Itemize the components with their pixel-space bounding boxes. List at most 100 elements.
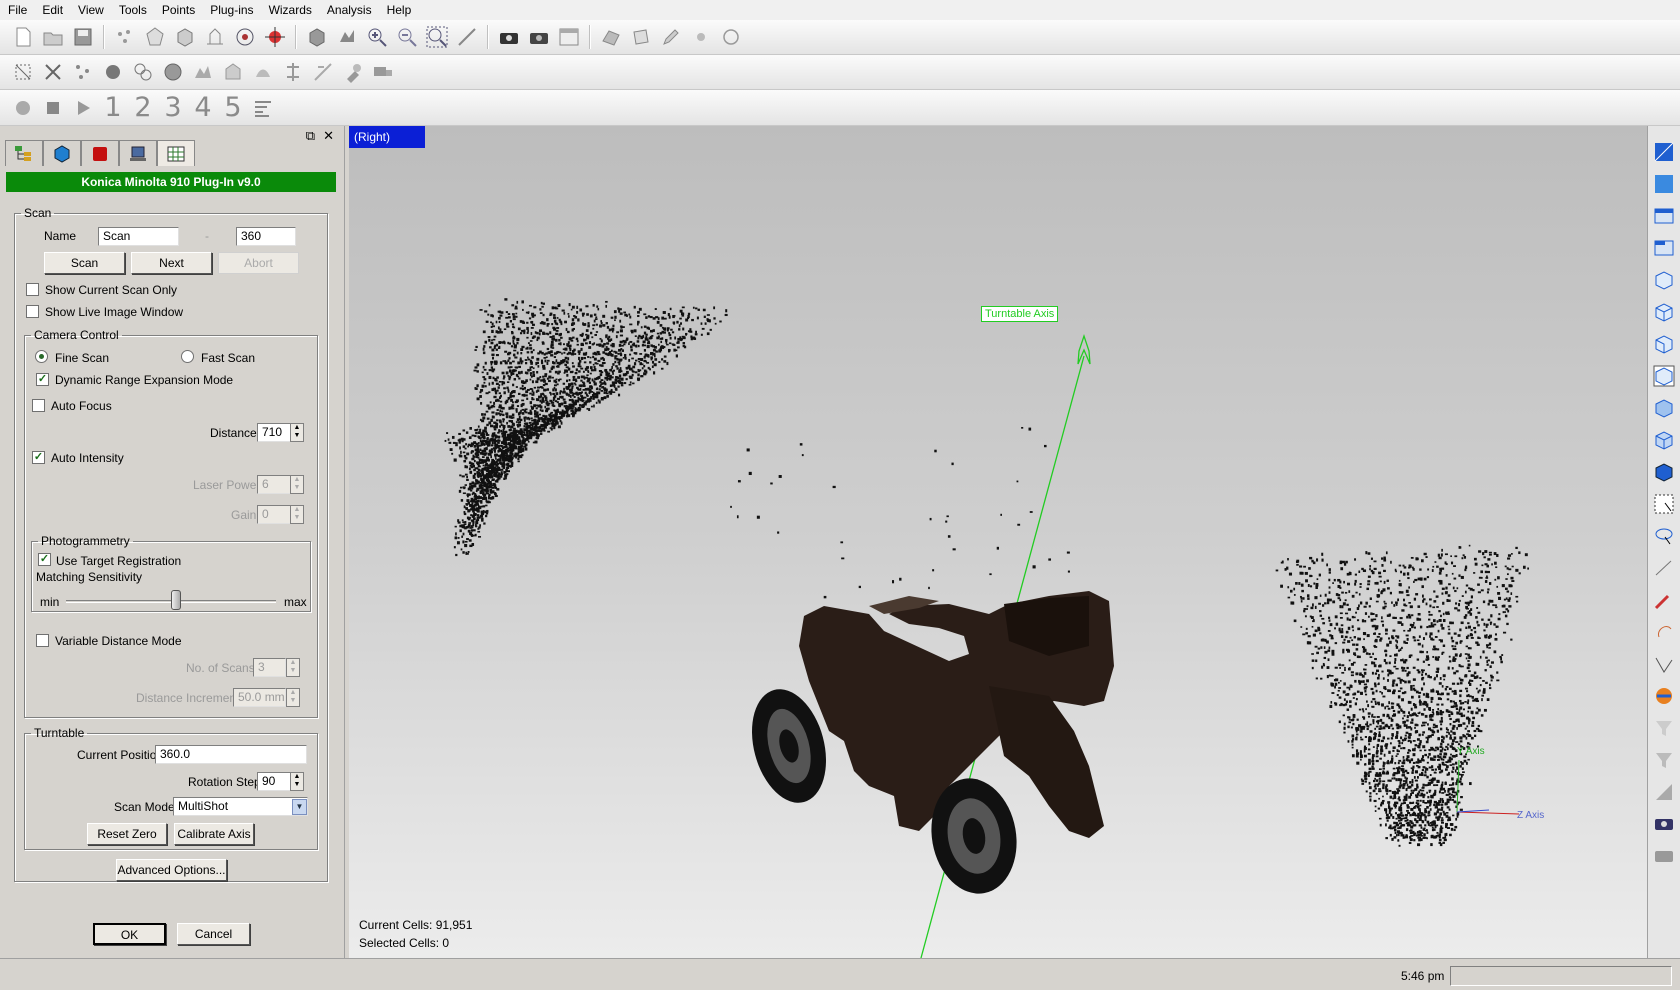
dot-icon[interactable] <box>688 24 714 50</box>
auto-intensity-checkbox[interactable]: ✓ <box>32 451 45 464</box>
window-icon[interactable] <box>556 24 582 50</box>
view-back-icon[interactable] <box>1650 298 1678 326</box>
menu-wizards[interactable]: Wizards <box>269 3 312 17</box>
num-scans-spinner[interactable]: ▲ ▼ <box>286 658 300 677</box>
next-button[interactable]: Next <box>131 252 212 274</box>
view-front-icon[interactable] <box>1650 266 1678 294</box>
distance-input[interactable]: 710 <box>257 423 291 442</box>
patch-icon[interactable] <box>628 24 654 50</box>
dynamic-range-checkbox[interactable]: ✓ <box>36 373 49 386</box>
laser-power-spinner[interactable]: ▲ ▼ <box>290 475 304 494</box>
filter-alt-icon[interactable] <box>1650 746 1678 774</box>
select-box-icon[interactable] <box>10 59 36 85</box>
filter-icon[interactable] <box>1650 714 1678 742</box>
record-icon[interactable] <box>10 95 36 121</box>
auto-focus-checkbox[interactable] <box>32 399 45 412</box>
scan-name-input[interactable]: Scan <box>98 227 179 246</box>
menu-analysis[interactable]: Analysis <box>327 3 372 17</box>
scan-index-input[interactable]: 360 <box>236 227 296 246</box>
zoom-out-icon[interactable] <box>394 24 420 50</box>
fast-scan-radio[interactable] <box>181 350 194 363</box>
tab-scanner[interactable] <box>119 140 157 166</box>
sensitivity-slider[interactable] <box>171 590 181 610</box>
window-split-icon[interactable] <box>1650 234 1678 262</box>
menu-edit[interactable]: Edit <box>42 3 63 17</box>
align-icon[interactable] <box>280 59 306 85</box>
noise-icon[interactable] <box>100 59 126 85</box>
current-position-input[interactable]: 360.0 <box>155 745 307 764</box>
advanced-options-button[interactable]: Advanced Options... <box>116 859 227 881</box>
crosshair-icon[interactable] <box>262 24 288 50</box>
macro-5-button[interactable]: 5 <box>218 92 248 123</box>
new-file-icon[interactable] <box>10 24 36 50</box>
camera-icon[interactable] <box>496 24 522 50</box>
camera-settings-icon[interactable] <box>526 24 552 50</box>
use-target-checkbox[interactable]: ✓ <box>38 553 51 566</box>
wrap-icon[interactable] <box>220 59 246 85</box>
delete-icon[interactable] <box>40 59 66 85</box>
target-icon[interactable] <box>232 24 258 50</box>
register-icon[interactable] <box>130 59 156 85</box>
chevron-down-icon[interactable]: ▼ <box>292 799 307 815</box>
menu-help[interactable]: Help <box>387 3 412 17</box>
view-top-icon[interactable] <box>1650 394 1678 422</box>
polygon-icon[interactable] <box>142 24 168 50</box>
show-current-checkbox[interactable] <box>26 283 39 296</box>
calibrate-axis-button[interactable]: Calibrate Axis <box>174 823 254 845</box>
shaded-cube-icon[interactable] <box>304 24 330 50</box>
surface-icon[interactable] <box>598 24 624 50</box>
macro-3-button[interactable]: 3 <box>158 92 188 123</box>
laser-power-input[interactable]: 6 <box>257 475 291 494</box>
save-icon[interactable] <box>70 24 96 50</box>
show-live-checkbox[interactable] <box>26 305 39 318</box>
tool-icon[interactable] <box>340 59 366 85</box>
tab-plugin[interactable] <box>81 140 119 166</box>
circle-icon[interactable] <box>718 24 744 50</box>
polyline-select-icon[interactable] <box>1650 650 1678 678</box>
render-icon[interactable] <box>334 24 360 50</box>
gain-input[interactable]: 0 <box>257 505 291 524</box>
distance-increment-spinner[interactable]: ▲ ▼ <box>286 688 300 707</box>
points-icon[interactable] <box>112 24 138 50</box>
macro-list-icon[interactable] <box>250 95 276 121</box>
zoom-fit-icon[interactable] <box>424 24 450 50</box>
rectangle-select-icon[interactable] <box>1650 490 1678 518</box>
menu-file[interactable]: File <box>8 3 27 17</box>
stop-icon[interactable] <box>40 95 66 121</box>
sample-points-icon[interactable] <box>70 59 96 85</box>
num-scans-input[interactable]: 3 <box>253 658 286 677</box>
reset-zero-button[interactable]: Reset Zero <box>87 823 167 845</box>
window-layout-icon[interactable] <box>1650 202 1678 230</box>
rotation-step-input[interactable]: 90 <box>257 772 291 791</box>
view-left-icon[interactable] <box>1650 330 1678 358</box>
menu-points[interactable]: Points <box>162 3 195 17</box>
zoom-in-icon[interactable] <box>364 24 390 50</box>
scan-button[interactable]: Scan <box>44 252 125 274</box>
view-iso-icon[interactable] <box>1650 458 1678 486</box>
truck-icon[interactable] <box>370 59 396 85</box>
view-background-icon[interactable] <box>1650 170 1678 198</box>
view-bottom-icon[interactable] <box>1650 426 1678 454</box>
play-icon[interactable] <box>70 95 96 121</box>
lasso-select-icon[interactable] <box>1650 522 1678 550</box>
merge-icon[interactable] <box>190 59 216 85</box>
mesh-icon[interactable] <box>202 24 228 50</box>
tab-model-manager[interactable] <box>5 140 43 166</box>
surface-shade-icon[interactable] <box>1650 778 1678 806</box>
scanner-camera-icon[interactable] <box>1650 810 1678 838</box>
distance-increment-input[interactable]: 50.0 mm <box>233 688 286 707</box>
distance-spinner[interactable]: ▲ ▼ <box>290 423 304 442</box>
view-gradient-icon[interactable] <box>1650 138 1678 166</box>
3d-viewport[interactable]: (Right) Turntable Axis Y Axis Z Axis Cur… <box>349 126 1647 958</box>
lasso-freeform-icon[interactable] <box>1650 618 1678 646</box>
scanner-camera-alt-icon[interactable] <box>1650 842 1678 870</box>
view-right-icon[interactable] <box>1650 362 1678 390</box>
tab-display[interactable] <box>43 140 81 166</box>
line-select-icon[interactable] <box>1650 554 1678 582</box>
pen-icon[interactable] <box>658 24 684 50</box>
scan-mode-select[interactable]: MultiShot <box>173 797 308 816</box>
tab-grid[interactable] <box>157 140 195 166</box>
restore-icon[interactable]: ⧉ <box>306 128 315 144</box>
edge-icon[interactable] <box>310 59 336 85</box>
fine-scan-radio[interactable] <box>35 350 48 363</box>
